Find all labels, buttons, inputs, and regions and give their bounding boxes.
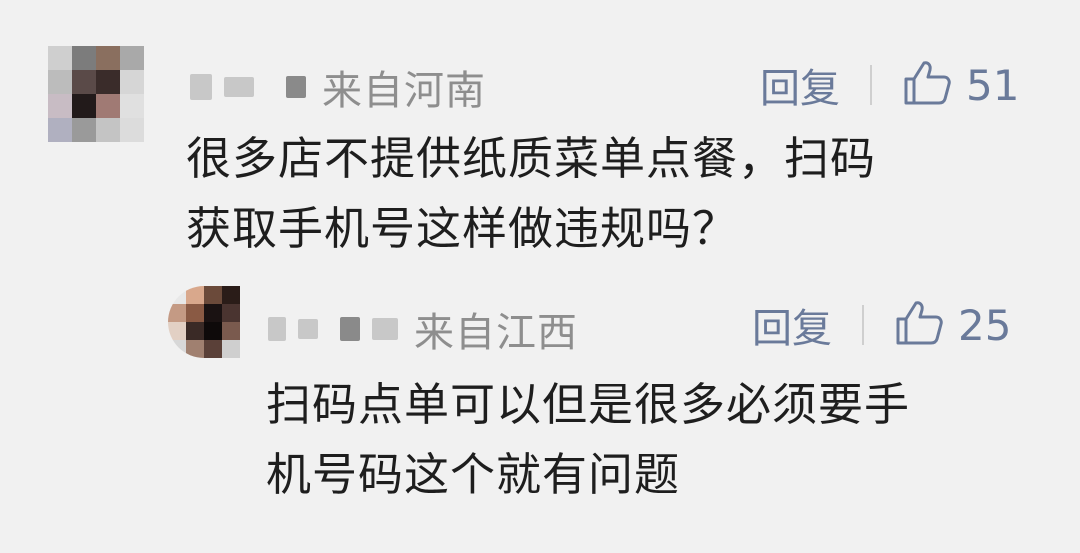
avatar-pixel: [96, 46, 120, 70]
avatar-pixel: [222, 286, 240, 304]
avatar[interactable]: [168, 286, 240, 358]
avatar-pixel: [186, 304, 204, 322]
reply-actions: 回复 25: [752, 296, 1011, 354]
avatar-pixel: [120, 46, 144, 70]
location-label: 来自河南: [322, 68, 486, 114]
avatar-pixel: [48, 94, 72, 118]
avatar-pixel: [96, 70, 120, 94]
avatar-pixel: [72, 118, 96, 142]
divider: [870, 65, 872, 105]
avatar-pixel: [48, 118, 72, 142]
comment-text: 很多店不提供纸质菜单点餐，扫码 获取手机号这样做违规吗？: [186, 124, 876, 264]
avatar-pixel: [48, 46, 72, 70]
avatar-pixel: [48, 70, 72, 94]
avatar-pixel: [120, 70, 144, 94]
avatar-pixel: [204, 286, 222, 304]
username-blurred[interactable]: [268, 317, 398, 341]
avatar-pixel: [72, 70, 96, 94]
comment-meta: 来自河南: [190, 58, 486, 116]
avatar-pixel: [204, 304, 222, 322]
comment-text-line: 很多店不提供纸质菜单点餐，扫码: [186, 132, 877, 185]
like-count: 51: [966, 60, 1020, 110]
avatar-pixel: [222, 304, 240, 322]
avatar-pixel: [222, 322, 240, 340]
avatar-pixel: [72, 46, 96, 70]
reply-button[interactable]: 回复: [760, 56, 840, 114]
avatar-pixel: [72, 94, 96, 118]
avatar-pixel: [96, 118, 120, 142]
username-blurred[interactable]: [190, 74, 306, 100]
avatar-pixel: [186, 322, 204, 340]
avatar-pixel: [120, 94, 144, 118]
divider: [862, 305, 864, 345]
avatar-pixel: [168, 304, 186, 322]
avatar-pixel: [168, 340, 186, 358]
like-button[interactable]: 25: [894, 299, 1011, 351]
reply-text-line: 机号码这个就有问题: [266, 448, 681, 501]
reply-meta: 来自江西: [268, 300, 578, 358]
like-count: 25: [958, 300, 1012, 350]
avatar-pixel: [204, 322, 222, 340]
avatar-pixel: [168, 286, 186, 304]
comment-actions: 回复 51: [760, 56, 1019, 114]
avatar[interactable]: [48, 46, 144, 142]
thumbs-up-icon: [894, 299, 944, 351]
avatar-pixel: [204, 340, 222, 358]
avatar-pixel: [120, 118, 144, 142]
location-label: 来自江西: [414, 310, 578, 356]
reply-button[interactable]: 回复: [752, 296, 832, 354]
avatar-pixel: [186, 340, 204, 358]
reply-text: 扫码点单可以但是很多必须要手 机号码这个就有问题: [266, 370, 910, 510]
reply-text-line: 扫码点单可以但是很多必须要手: [266, 378, 911, 431]
like-button[interactable]: 51: [902, 59, 1019, 111]
comment-text-line: 获取手机号这样做违规吗？: [186, 202, 739, 255]
avatar-pixel: [96, 94, 120, 118]
thumbs-up-icon: [902, 59, 952, 111]
avatar-pixel: [168, 322, 186, 340]
avatar-pixel: [222, 340, 240, 358]
avatar-pixel: [186, 286, 204, 304]
